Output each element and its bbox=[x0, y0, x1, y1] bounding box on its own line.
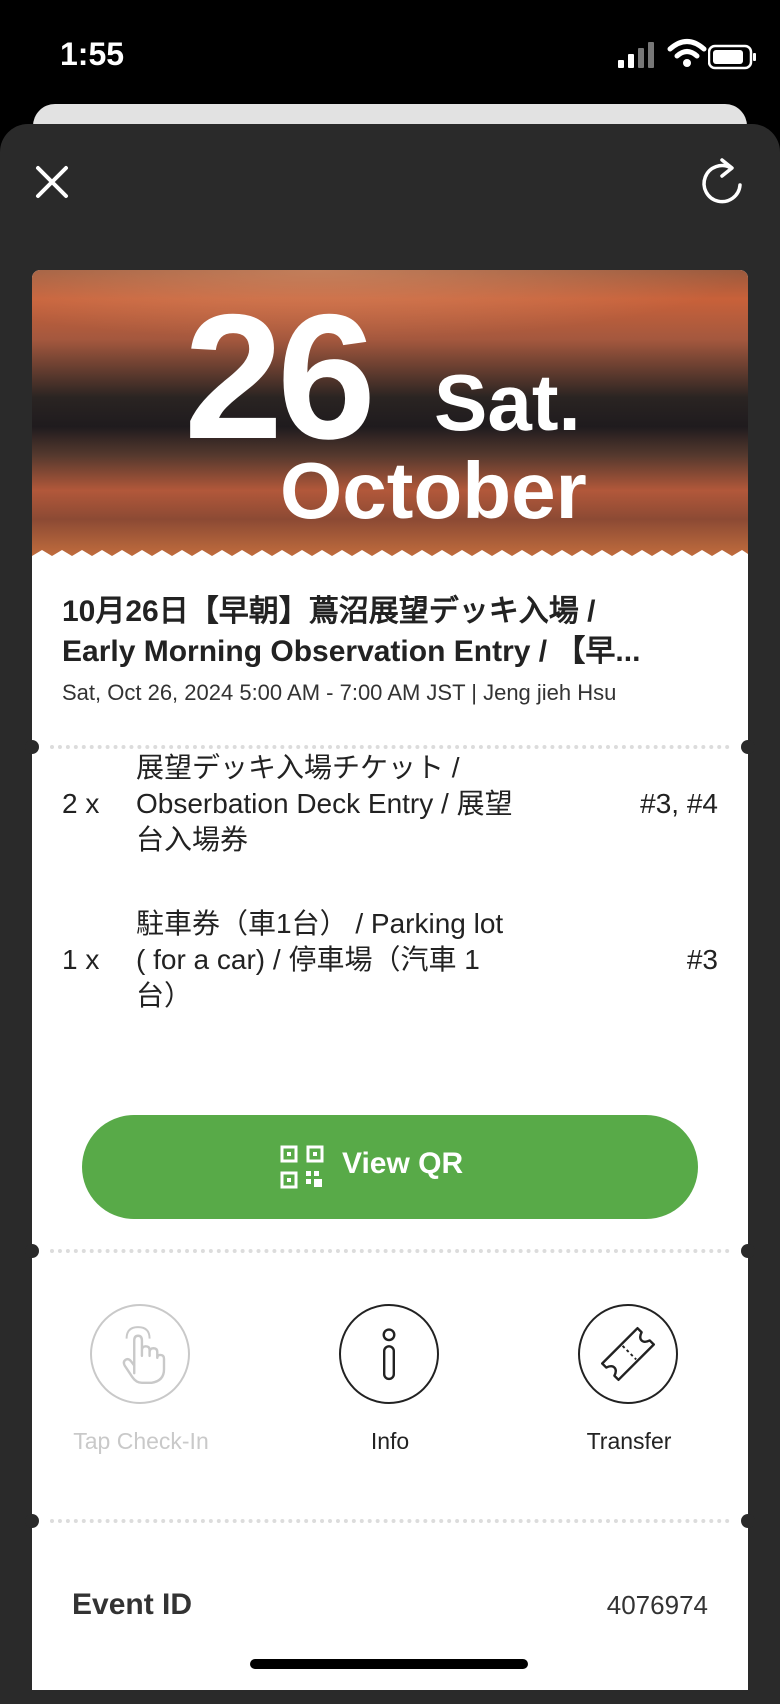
divider bbox=[50, 1519, 730, 1523]
event-title-line: Early Morning Observation Entry / 【早... bbox=[62, 635, 641, 668]
ticket-name: 駐車券（車1台） / Parking lot ( for a car) / 停車… bbox=[136, 906, 566, 1014]
ticket-card: 26 Sat. October 10月26日【早朝】蔦沼展望デッキ入場 / Ea… bbox=[25, 270, 755, 1690]
tap-check-in-label: Tap Check-In bbox=[73, 1428, 209, 1454]
cellular-signal-icon bbox=[618, 42, 654, 68]
ticket-notch bbox=[25, 1514, 39, 1528]
ticket-notch bbox=[25, 740, 39, 754]
divider bbox=[50, 745, 730, 749]
event-title-line: 10月26日【早朝】蔦沼展望デッキ入場 / bbox=[62, 595, 596, 628]
tap-hand-icon bbox=[90, 1304, 190, 1404]
view-qr-label: View QR bbox=[342, 1147, 464, 1180]
ticket-notch bbox=[741, 1244, 755, 1258]
ticket-name-line: ( for a car) / 停車場（汽車 1 bbox=[136, 944, 480, 975]
qr-code-icon bbox=[280, 1145, 324, 1189]
event-day: 26 bbox=[184, 277, 376, 476]
info-icon bbox=[339, 1304, 439, 1404]
ticket-quantity: 2 x bbox=[62, 788, 100, 819]
battery-icon bbox=[708, 44, 756, 70]
event-id-value: 4076974 bbox=[606, 1590, 708, 1620]
transfer-button[interactable]: Transfer bbox=[529, 1304, 729, 1484]
info-button[interactable]: Info bbox=[290, 1304, 490, 1484]
tap-check-in-button[interactable]: Tap Check-In bbox=[41, 1304, 241, 1484]
home-indicator bbox=[250, 1659, 528, 1669]
event-date-banner: 26 Sat. October bbox=[32, 270, 748, 560]
event-weekday: Sat. bbox=[434, 358, 581, 447]
ticket-name-line: 駐車券（車1台） / Parking lot bbox=[136, 908, 504, 939]
view-qr-button[interactable]: View QR bbox=[82, 1115, 698, 1219]
status-time: 1:55 bbox=[60, 36, 125, 72]
event-month: October bbox=[280, 446, 587, 535]
wifi-icon bbox=[667, 39, 707, 67]
ticket-icon bbox=[578, 1304, 678, 1404]
ticket-seats: #3 bbox=[686, 944, 718, 975]
event-datetime-holder: Sat, Oct 26, 2024 5:00 AM - 7:00 AM JST … bbox=[62, 680, 617, 705]
close-icon[interactable] bbox=[30, 160, 74, 204]
event-title: 10月26日【早朝】蔦沼展望デッキ入場 / Early Morning Obse… bbox=[62, 592, 722, 672]
ticket-name-line: Obserbation Deck Entry / 展望 bbox=[136, 788, 513, 819]
ticket-name-line: 展望デッキ入場チケット / bbox=[136, 752, 460, 783]
ticket-notch bbox=[741, 740, 755, 754]
divider bbox=[50, 1249, 730, 1253]
status-bar: 1:55 bbox=[0, 0, 780, 110]
info-label: Info bbox=[370, 1428, 410, 1454]
ticket-name: 展望デッキ入場チケット / Obserbation Deck Entry / 展… bbox=[136, 750, 566, 858]
ticket-notch bbox=[741, 1514, 755, 1528]
ticket-notch bbox=[25, 1244, 39, 1258]
refresh-icon[interactable] bbox=[698, 156, 746, 206]
ticket-quantity: 1 x bbox=[62, 944, 100, 975]
transfer-label: Transfer bbox=[586, 1428, 672, 1454]
ticket-name-line: 台） bbox=[136, 980, 193, 1011]
ticket-seats: #3, #4 bbox=[640, 788, 718, 819]
event-id-label: Event ID bbox=[72, 1588, 193, 1621]
ticket-edge bbox=[32, 550, 748, 562]
ticket-name-line: 台入場券 bbox=[136, 824, 249, 855]
